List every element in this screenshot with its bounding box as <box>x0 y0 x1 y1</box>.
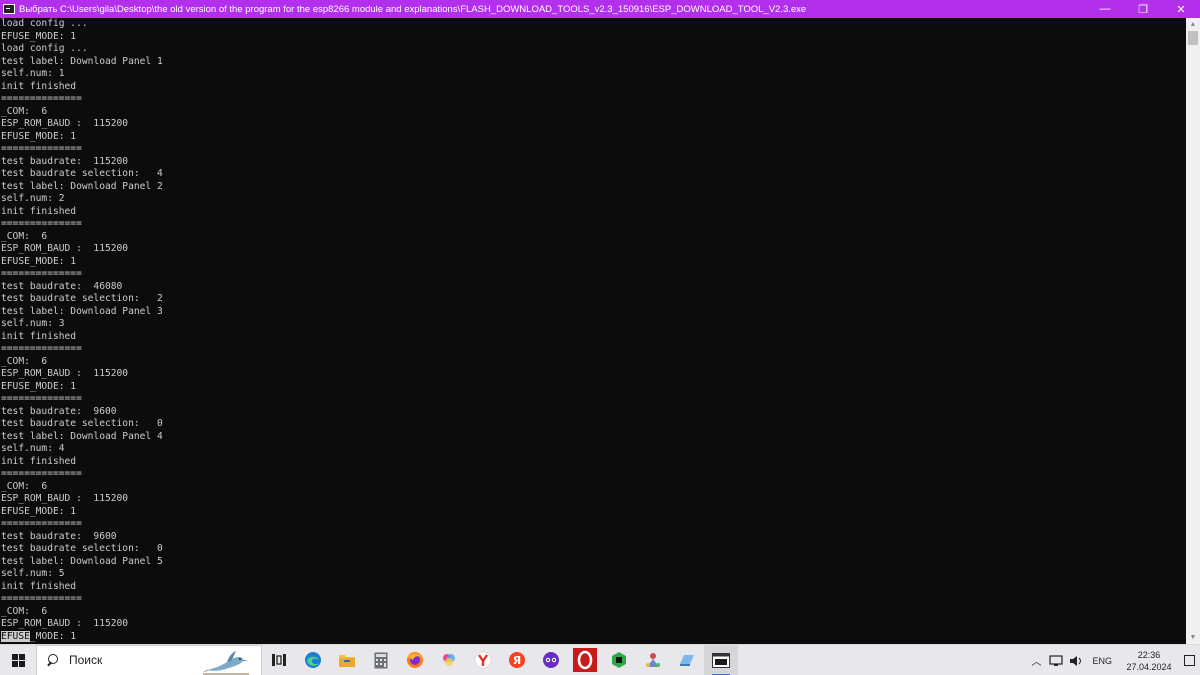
svg-text:Я: Я <box>513 654 521 667</box>
console-line: self.num: 4 <box>1 443 65 454</box>
vertical-scrollbar[interactable]: ▲ ▼ <box>1186 18 1200 644</box>
task-view-icon[interactable] <box>262 645 296 675</box>
search-icon <box>47 653 61 667</box>
console-line: test label: Download Panel 2 <box>1 180 163 192</box>
console-line: test baudrate selection: 4 <box>1 168 163 179</box>
console-line: ESP_ROM_BAUD : 115200 <box>1 368 129 379</box>
console-line: init finished <box>1 580 77 592</box>
edge-browser-icon[interactable] <box>296 645 330 675</box>
console-window-taskbar-icon[interactable] <box>704 644 738 675</box>
console-line: ESP_ROM_BAUD : 115200 <box>1 118 129 129</box>
console-line: test label: Download Panel 3 <box>1 305 163 317</box>
console-line: init finished <box>1 205 77 217</box>
console-line: test label: Download Panel 1 <box>1 55 163 67</box>
volume-icon[interactable] <box>1069 654 1083 668</box>
console-line: ============== <box>1 343 82 354</box>
console-line: ============== <box>1 393 82 404</box>
file-explorer-icon[interactable] <box>330 645 364 675</box>
taskbar: Поиск Я ︿ ENG 22:36 27.04.2024 <box>0 644 1200 675</box>
notification-icon <box>1183 655 1195 666</box>
console-line: EFUSE_MODE: 1 <box>1 130 77 142</box>
console-line: test baudrate: 9600 <box>1 530 117 542</box>
console-line: test baudrate: 115200 <box>1 155 129 167</box>
console-app-icon <box>3 4 15 14</box>
title-bar[interactable]: Выбрать C:\Users\gila\Desktop\the old ve… <box>0 0 1200 18</box>
console-line: test label: Download Panel 4 <box>1 430 163 442</box>
clock-time: 22:36 <box>1137 649 1161 660</box>
console-output[interactable]: load config ... EFUSE_MODE: 1 load config … <box>0 18 1186 644</box>
console-line: EFUSE_MODE: 1 <box>1 255 77 267</box>
console-line: ESP_ROM_BAUD : 115200 <box>1 493 129 504</box>
close-button[interactable]: ✕ <box>1162 0 1200 18</box>
console-line: ============== <box>1 218 82 229</box>
console-line: test baudrate selection: 0 <box>1 418 163 429</box>
console-line: ============== <box>1 593 82 604</box>
console-line: ============== <box>1 143 82 154</box>
console-line: ============== <box>1 93 82 104</box>
console-line: ============== <box>1 468 82 479</box>
console-line: self.num: 5 <box>1 568 65 579</box>
console-line: load config ... <box>1 43 88 54</box>
console-line: ESP_ROM_BAUD : 115200 <box>1 618 129 629</box>
console-line: _COM: 6 <box>1 230 48 242</box>
console-line: _COM: 6 <box>1 105 48 117</box>
selected-text: EFUSE <box>1 630 30 642</box>
windows-logo-icon <box>11 653 25 667</box>
window-title: Выбрать C:\Users\gila\Desktop\the old ve… <box>19 3 807 15</box>
console-line: test baudrate: 46080 <box>1 280 123 292</box>
console-line: _COM: 6 <box>1 355 48 367</box>
paint-app-icon[interactable] <box>432 645 466 675</box>
opera-icon[interactable] <box>568 645 602 675</box>
minimize-button[interactable]: — <box>1086 0 1124 18</box>
console-line: ============== <box>1 268 82 279</box>
console-line: init finished <box>1 80 77 92</box>
console-line: self.num: 2 <box>1 193 65 204</box>
console-line-last-rest: _MODE: 1 <box>29 630 77 642</box>
console-line: ============== <box>1 518 82 529</box>
console-line: EFUSE_MODE: 1 <box>1 505 77 517</box>
chevron-up-icon[interactable]: ︿ <box>1029 654 1043 668</box>
start-button[interactable] <box>0 645 36 675</box>
scroll-up-arrow-icon[interactable]: ▲ <box>1186 18 1200 31</box>
yandex-browser-icon[interactable] <box>466 645 500 675</box>
maximize-button[interactable]: ❐ <box>1124 0 1162 18</box>
window-controls: — ❐ ✕ <box>1086 0 1200 18</box>
notification-button[interactable] <box>1178 655 1200 666</box>
scroll-down-arrow-icon[interactable]: ▼ <box>1186 631 1200 644</box>
console-line: ESP_ROM_BAUD : 115200 <box>1 243 129 254</box>
game-launcher-icon[interactable] <box>602 645 636 675</box>
console-line: EFUSE_MODE: 1 <box>1 30 77 42</box>
network-app-icon[interactable] <box>636 645 670 675</box>
console-lines: load config ... EFUSE_MODE: 1 load config … <box>1 18 1186 631</box>
console-line: self.num: 1 <box>1 68 65 79</box>
console-line: test baudrate selection: 2 <box>1 293 163 304</box>
media-app-icon[interactable] <box>534 645 568 675</box>
language-indicator[interactable]: ENG <box>1092 656 1112 666</box>
bird-illustration-icon <box>203 650 249 674</box>
console-line: test baudrate selection: 0 <box>1 543 163 554</box>
console-line: init finished <box>1 455 77 467</box>
console-line: test baudrate: 9600 <box>1 405 117 417</box>
scroll-thumb[interactable] <box>1188 31 1198 45</box>
firefox-icon[interactable] <box>398 645 432 675</box>
console-line: test label: Download Panel 5 <box>1 555 163 567</box>
console-line: init finished <box>1 330 77 342</box>
document-app-icon[interactable] <box>670 645 704 675</box>
console-line: _COM: 6 <box>1 480 48 492</box>
taskbar-search[interactable]: Поиск <box>36 644 262 675</box>
search-placeholder: Поиск <box>69 653 103 667</box>
console-line: self.num: 3 <box>1 318 65 329</box>
yandex-icon[interactable]: Я <box>500 645 534 675</box>
console-line: _COM: 6 <box>1 605 48 617</box>
console-line-last: EFUSE_MODE: 1 <box>1 630 1186 644</box>
clock-date: 27.04.2024 <box>1126 661 1172 672</box>
console-line: load config ... <box>1 18 88 29</box>
clock[interactable]: 22:36 27.04.2024 <box>1120 649 1178 673</box>
network-icon[interactable] <box>1049 654 1064 668</box>
console-line: EFUSE_MODE: 1 <box>1 380 77 392</box>
system-tray: ︿ ENG 22:36 27.04.2024 <box>1026 645 1200 675</box>
calculator-icon[interactable] <box>364 645 398 675</box>
